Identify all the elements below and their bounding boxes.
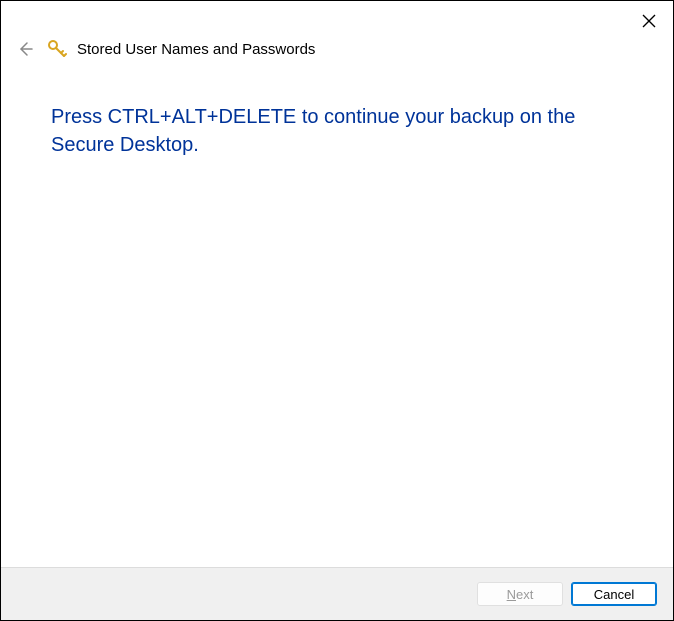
next-button: Next <box>477 582 563 606</box>
dialog-window: Stored User Names and Passwords Press CT… <box>0 0 674 621</box>
next-mnemonic: N <box>507 587 516 602</box>
back-button[interactable] <box>15 39 35 59</box>
key-icon <box>47 39 67 59</box>
close-button[interactable] <box>639 11 659 31</box>
cancel-label: Cancel <box>594 587 634 602</box>
content-area: Press CTRL+ALT+DELETE to continue your b… <box>1 71 673 567</box>
cancel-button[interactable]: Cancel <box>571 582 657 606</box>
back-arrow-icon <box>17 41 33 57</box>
next-rest: ext <box>516 587 533 602</box>
close-icon <box>642 14 656 28</box>
header: Stored User Names and Passwords <box>1 33 673 71</box>
window-title: Stored User Names and Passwords <box>77 41 315 58</box>
footer: Next Cancel <box>1 567 673 620</box>
title-group: Stored User Names and Passwords <box>47 39 315 59</box>
titlebar <box>1 1 673 33</box>
instruction-text: Press CTRL+ALT+DELETE to continue your b… <box>51 103 623 159</box>
